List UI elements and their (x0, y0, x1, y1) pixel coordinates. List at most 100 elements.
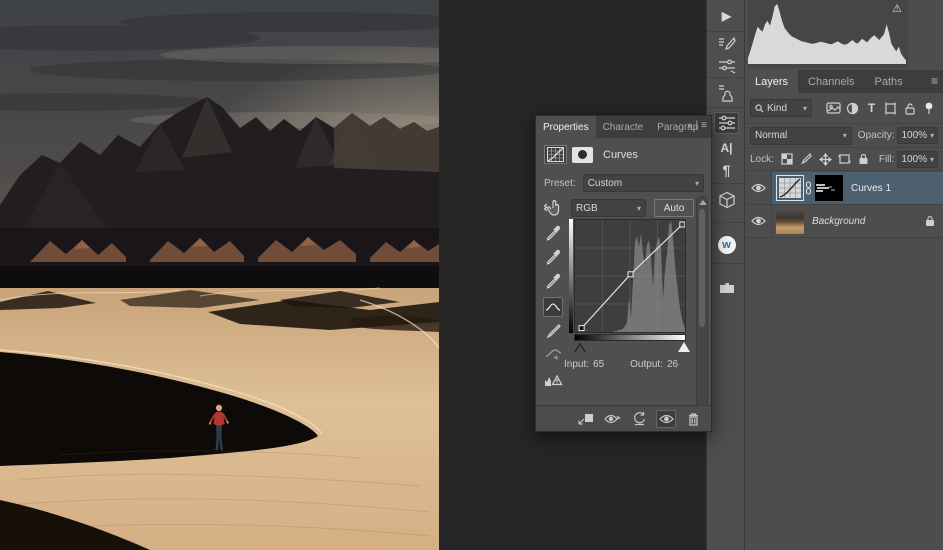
document-canvas-image[interactable] (0, 0, 439, 550)
actions-panel-icon[interactable]: ▶ (714, 5, 739, 27)
libraries-panel-icon[interactable] (714, 276, 739, 298)
dock-divider (707, 183, 744, 184)
histogram-graph (748, 4, 906, 66)
blend-mode-row: Normal ▾ Opacity: 100%▾ (745, 124, 943, 148)
paragraph-icon: ¶ (723, 162, 731, 178)
filter-kind-select[interactable]: Kind ▾ (750, 99, 812, 117)
edit-points-tool[interactable] (543, 297, 563, 317)
brush-settings-panel-icon[interactable] (714, 34, 739, 56)
filter-toggle-pin[interactable] (919, 99, 938, 117)
tab-properties[interactable]: Properties (536, 116, 596, 138)
dock-divider (707, 77, 744, 78)
toggle-visibility-button[interactable] (656, 410, 676, 428)
scrollbar-thumb[interactable] (699, 209, 705, 327)
output-label: Output: (630, 359, 663, 370)
eye-icon (751, 183, 766, 193)
brushes-panel-icon[interactable] (714, 55, 739, 77)
curves-adjustment-thumbnail[interactable] (776, 175, 804, 201)
filter-adjustment-layers-button[interactable] (843, 99, 862, 117)
black-point-eyedropper[interactable] (543, 223, 563, 243)
input-label: Input: (564, 359, 589, 370)
white-point-slider[interactable] (678, 342, 690, 352)
input-sliders (574, 342, 686, 353)
layer-mask-thumbnail[interactable] (815, 175, 843, 201)
adjustment-title: Curves (603, 149, 638, 161)
output-value: 26 (667, 359, 678, 370)
curve-point-2 (680, 222, 685, 227)
tab-divider: | (696, 120, 699, 131)
blend-mode-select[interactable]: Normal ▾ (750, 127, 852, 145)
output-gradient-bar (569, 219, 573, 333)
libraries-icon (719, 280, 735, 294)
layer-row-curves-1[interactable]: Curves 1 (745, 172, 943, 205)
layer-visibility-toggle[interactable] (745, 205, 772, 237)
sliders-icon (718, 115, 736, 131)
layers-tabbar: Layers Channels Paths ≡ (745, 70, 943, 93)
mask-link-icon[interactable] (805, 181, 812, 195)
pencil-tool[interactable] (543, 321, 563, 341)
view-previous-state-button[interactable] (602, 410, 622, 428)
panel-menu-icon[interactable]: ≡ (701, 120, 707, 131)
reset-button[interactable] (629, 410, 649, 428)
lock-position-button[interactable] (816, 150, 835, 168)
fill-value[interactable]: 100%▾ (897, 151, 938, 168)
opacity-value[interactable]: 100%▾ (897, 127, 938, 144)
search-icon (755, 104, 764, 113)
character-panel-icon[interactable]: A| (714, 137, 739, 159)
eye-icon (751, 216, 766, 226)
character-icon: A| (720, 141, 732, 155)
properties-panel-icon[interactable] (714, 112, 739, 134)
background-layer-thumbnail[interactable] (776, 208, 804, 234)
gray-point-eyedropper[interactable] (543, 247, 563, 267)
warning-icon[interactable]: ⚠ (892, 2, 902, 15)
lock-pixels-button[interactable] (797, 150, 816, 168)
tab-layers[interactable]: Layers (745, 70, 798, 93)
curve-point-0 (579, 326, 584, 331)
paragraph-panel-icon[interactable]: ¶ (714, 159, 739, 181)
collapse-panel-icon[interactable]: » (687, 120, 693, 131)
targeted-adjustment-icon[interactable] (544, 200, 562, 217)
clip-to-layer-button[interactable] (575, 410, 595, 428)
tab-channels[interactable]: Channels (798, 70, 864, 93)
filter-shape-layers-button[interactable] (881, 99, 900, 117)
layer-visibility-toggle[interactable] (745, 172, 772, 204)
photoshop-window: ▶ A| ¶ w (0, 0, 943, 550)
lock-transparency-button[interactable] (778, 150, 797, 168)
right-panel-column: ⚠ Layers Channels Paths ≡ Kind ▾ T (745, 0, 943, 550)
white-point-eyedropper[interactable] (543, 271, 563, 291)
curve-point-1 (628, 272, 633, 277)
clipping-warning-icon[interactable] (543, 369, 563, 389)
w-plugin-panel-icon[interactable]: w (714, 234, 739, 256)
layer-name[interactable]: Curves 1 (851, 183, 891, 194)
properties-scrollbar[interactable] (696, 196, 708, 426)
3d-panel-icon[interactable] (714, 189, 739, 211)
lock-all-button[interactable] (854, 150, 873, 168)
preset-select[interactable]: Custom ▾ (583, 174, 704, 192)
smooth-curve-button[interactable] (543, 345, 563, 361)
histogram-panel: ⚠ (745, 0, 943, 68)
dock-divider (707, 107, 744, 108)
curve-graph[interactable] (574, 219, 686, 333)
cube-icon (718, 191, 736, 209)
mask-icon (572, 147, 593, 163)
black-point-slider[interactable] (574, 342, 586, 352)
clone-source-panel-icon[interactable] (714, 83, 739, 105)
tab-paths[interactable]: Paths (865, 70, 913, 93)
layers-list: Curves 1 Background (745, 172, 943, 238)
w-plugin-icon: w (718, 236, 736, 254)
lock-artboard-button[interactable] (835, 150, 854, 168)
panel-menu-icon[interactable]: ≡ (931, 74, 937, 88)
delete-adjustment-button[interactable] (683, 410, 703, 428)
filter-type-layers-button[interactable]: T (862, 99, 881, 117)
layer-name[interactable]: Background (812, 216, 865, 227)
filter-pixel-layers-button[interactable] (824, 99, 843, 117)
scroll-up-icon[interactable] (699, 200, 707, 205)
lock-label: Lock: (750, 154, 774, 165)
filter-smart-objects-button[interactable] (900, 99, 919, 117)
auto-button[interactable]: Auto (654, 199, 694, 217)
desert-photo (0, 0, 439, 550)
tab-character[interactable]: Characte (596, 116, 651, 138)
layer-row-background[interactable]: Background (745, 205, 943, 238)
play-icon: ▶ (722, 9, 731, 23)
channel-select[interactable]: RGB ▾ (571, 199, 646, 217)
